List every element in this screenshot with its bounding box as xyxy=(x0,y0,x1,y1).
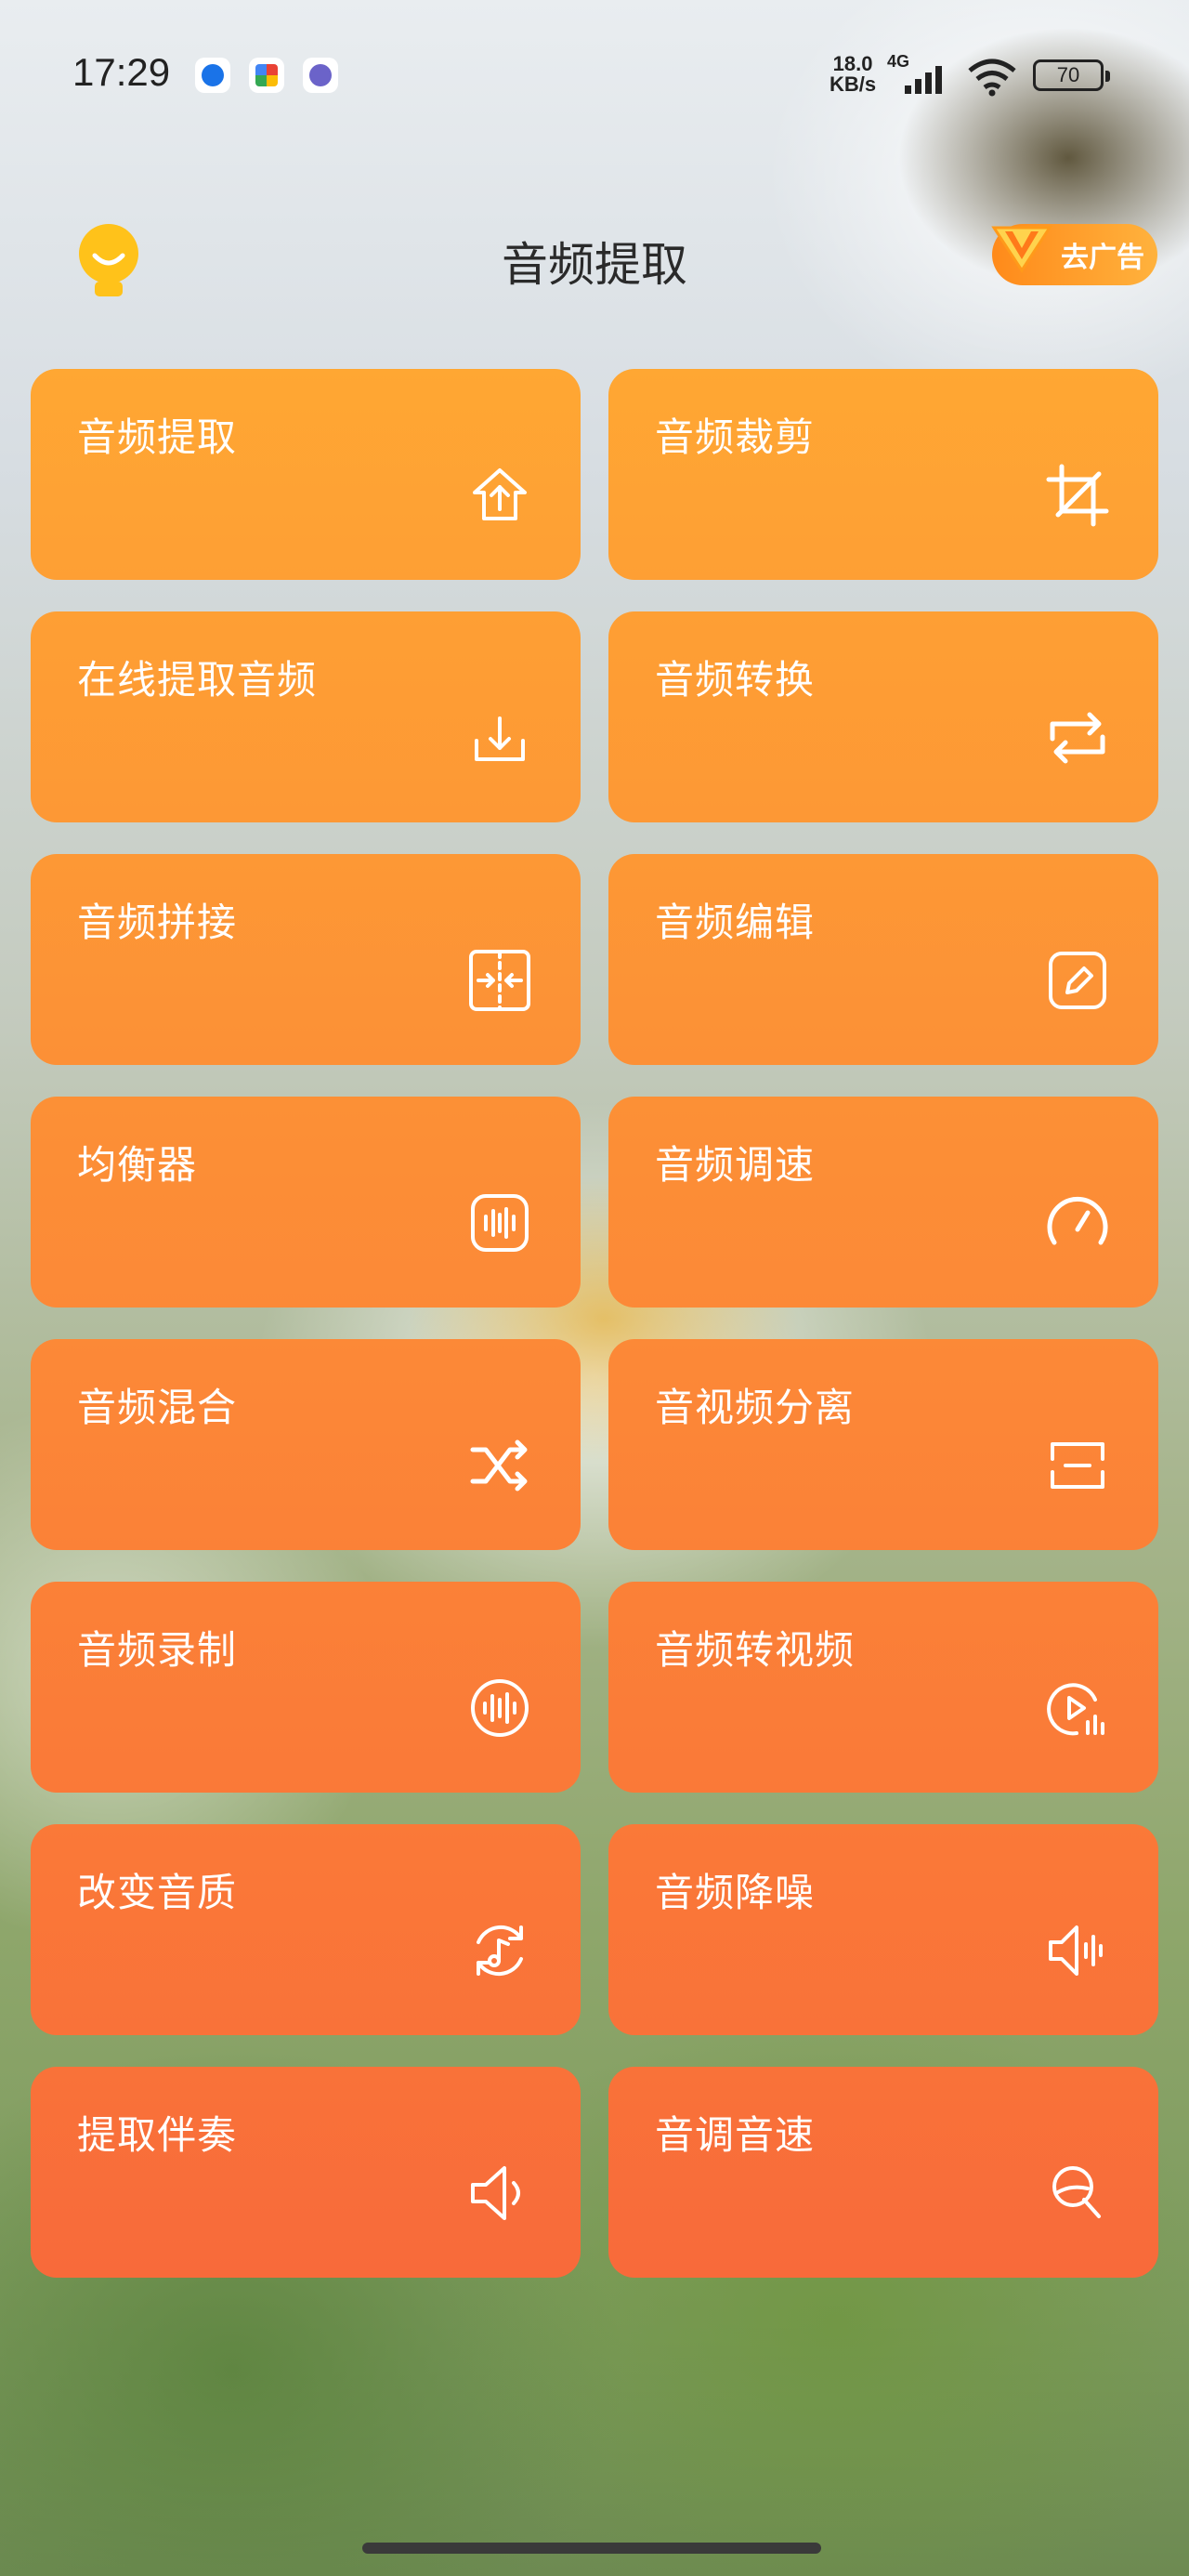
separate-icon xyxy=(1045,1433,1110,1498)
network-speed-value: 18.0 xyxy=(832,52,873,75)
card-label: 音频拼接 xyxy=(77,900,238,945)
speaker-wave-icon xyxy=(1045,1918,1110,1983)
card-label: 音频转视频 xyxy=(655,1627,856,1673)
remove-ads-button[interactable]: 去广告 xyxy=(991,224,1157,285)
network-speed: 18.0 KB/s xyxy=(830,54,876,95)
card-label: 音频提取 xyxy=(77,414,238,460)
card-label: 音频裁剪 xyxy=(655,414,816,460)
notification-puzzle-icon xyxy=(249,58,284,93)
card-pitch-speed[interactable]: 音调音速 xyxy=(608,2067,1158,2278)
edit-icon xyxy=(1045,948,1110,1013)
card-online-extract[interactable]: 在线提取音频 xyxy=(31,611,581,822)
remove-ads-label: 去广告 xyxy=(1061,242,1144,274)
network-speed-unit: KB/s xyxy=(830,72,877,96)
music-cycle-icon xyxy=(467,1918,532,1983)
card-av-separate[interactable]: 音视频分离 xyxy=(608,1339,1158,1550)
play-audio-icon xyxy=(1045,1676,1110,1741)
merge-icon xyxy=(467,948,532,1013)
card-noise-reduction[interactable]: 音频降噪 xyxy=(608,1824,1158,2035)
card-change-quality[interactable]: 改变音质 xyxy=(31,1824,581,2035)
signal-icon xyxy=(905,66,942,94)
vip-diamond-icon xyxy=(991,226,1052,273)
card-label: 音频编辑 xyxy=(655,900,816,945)
wifi-icon xyxy=(968,59,1016,97)
equalizer-icon xyxy=(467,1190,532,1255)
card-audio-extract[interactable]: 音频提取 xyxy=(31,369,581,580)
card-audio-edit[interactable]: 音频编辑 xyxy=(608,854,1158,1065)
card-label: 均衡器 xyxy=(77,1142,198,1188)
tone-icon xyxy=(1045,2161,1110,2226)
shuffle-icon xyxy=(467,1433,532,1498)
upload-home-icon xyxy=(467,463,532,528)
card-label: 音视频分离 xyxy=(655,1385,856,1430)
notification-app-icon xyxy=(195,58,230,93)
card-audio-crop[interactable]: 音频裁剪 xyxy=(608,369,1158,580)
home-indicator[interactable] xyxy=(362,2543,821,2554)
card-audio-to-video[interactable]: 音频转视频 xyxy=(608,1582,1158,1793)
card-audio-convert[interactable]: 音频转换 xyxy=(608,611,1158,822)
card-label: 音频调速 xyxy=(655,1142,816,1188)
waveform-icon xyxy=(467,1676,532,1741)
speedometer-icon xyxy=(1045,1190,1110,1255)
card-label: 音频降噪 xyxy=(655,1870,816,1915)
card-label: 音频混合 xyxy=(77,1385,238,1430)
card-label: 音调音速 xyxy=(655,2112,816,2158)
card-label: 音频转换 xyxy=(655,657,816,703)
clock: 17:29 xyxy=(72,50,171,94)
feature-grid: 音频提取 音频裁剪 在线提取音频 音频转换 音频拼接 音频编辑 均衡器 音频调速… xyxy=(31,369,1158,2278)
card-extract-accompaniment[interactable]: 提取伴奏 xyxy=(31,2067,581,2278)
repeat-icon xyxy=(1045,705,1110,770)
status-bar: 17:29 18.0 KB/s 4G 70 xyxy=(0,0,1189,149)
card-label: 在线提取音频 xyxy=(77,657,318,703)
card-audio-record[interactable]: 音频录制 xyxy=(31,1582,581,1793)
download-icon xyxy=(467,705,532,770)
card-equalizer[interactable]: 均衡器 xyxy=(31,1097,581,1308)
card-label: 提取伴奏 xyxy=(77,2112,238,2158)
card-label: 音频录制 xyxy=(77,1627,238,1673)
card-audio-speed[interactable]: 音频调速 xyxy=(608,1097,1158,1308)
card-label: 改变音质 xyxy=(77,1870,238,1915)
speaker-icon xyxy=(467,2161,532,2226)
battery-indicator: 70 xyxy=(1033,59,1110,91)
crop-icon xyxy=(1045,463,1110,528)
card-audio-mix[interactable]: 音频混合 xyxy=(31,1339,581,1550)
card-audio-join[interactable]: 音频拼接 xyxy=(31,854,581,1065)
notification-app2-icon xyxy=(303,58,338,93)
app-header: 音频提取 去广告 xyxy=(0,200,1189,302)
